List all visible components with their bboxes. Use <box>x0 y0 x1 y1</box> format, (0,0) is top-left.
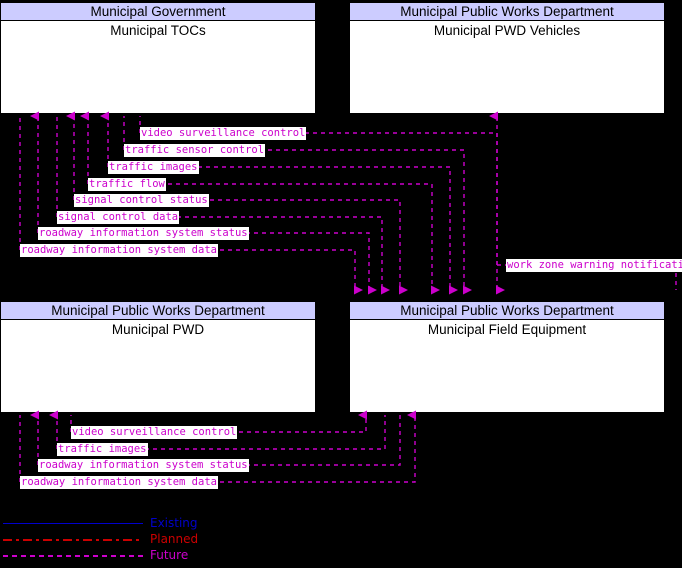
flow-label-roadway-information-system-data-lower[interactable]: roadway information system data <box>20 476 218 489</box>
context-diagram-canvas: Municipal Government Municipal TOCs Muni… <box>0 0 682 568</box>
flow-label-traffic-images-lower[interactable]: traffic images <box>57 443 148 456</box>
flow-label-roadway-information-system-status-lower[interactable]: roadway information system status <box>38 459 249 472</box>
flow-label-signal-control-data[interactable]: signal control data <box>57 211 180 224</box>
context-box-municipal-pwd[interactable]: Municipal Public Works Department Munici… <box>0 301 316 413</box>
flow-label-video-surveillance-control[interactable]: video surveillance control <box>140 127 307 140</box>
box-stakeholder-label: Municipal Public Works Department <box>1 302 315 320</box>
box-stakeholder-label: Municipal Public Works Department <box>350 302 664 320</box>
legend-label-future: Future <box>150 548 189 562</box>
box-stakeholder-label: Municipal Public Works Department <box>350 3 664 21</box>
legend-item-existing: Existing <box>0 516 240 532</box>
box-element-name: Municipal TOCs <box>110 23 206 38</box>
legend-item-future: Future <box>0 548 240 564</box>
legend-item-planned: Planned <box>0 532 240 548</box>
box-element-name: Municipal Field Equipment <box>427 322 587 337</box>
flow-label-signal-control-status[interactable]: signal control status <box>74 194 209 207</box>
flow-label-work-zone-warning-notification[interactable]: work zone warning notification <box>506 259 682 272</box>
flow-label-video-surveillance-control-lower[interactable]: video surveillance control <box>71 426 238 439</box>
context-box-municipal-pwd-vehicles[interactable]: Municipal Public Works Department Munici… <box>349 2 665 114</box>
flow-label-traffic-flow[interactable]: traffic flow <box>88 178 166 191</box>
context-box-municipal-tocs[interactable]: Municipal Government Municipal TOCs <box>0 2 316 114</box>
flow-label-roadway-information-system-status[interactable]: roadway information system status <box>38 227 249 240</box>
box-element-name: Municipal PWD <box>111 322 205 337</box>
legend-line-future <box>3 555 143 557</box>
context-box-municipal-field-equipment[interactable]: Municipal Public Works Department Munici… <box>349 301 665 413</box>
legend-line-planned <box>3 539 143 541</box>
flow-label-traffic-images[interactable]: traffic images <box>108 161 199 174</box>
legend-line-existing <box>3 523 143 524</box>
flow-label-roadway-information-system-data[interactable]: roadway information system data <box>20 244 218 257</box>
legend: Existing Planned Future <box>0 512 240 562</box>
flow-label-traffic-sensor-control[interactable]: traffic sensor control <box>124 144 266 157</box>
box-stakeholder-label: Municipal Government <box>1 3 315 21</box>
legend-label-existing: Existing <box>150 516 198 530</box>
legend-label-planned: Planned <box>150 532 199 546</box>
box-element-name: Municipal PWD Vehicles <box>433 23 581 38</box>
